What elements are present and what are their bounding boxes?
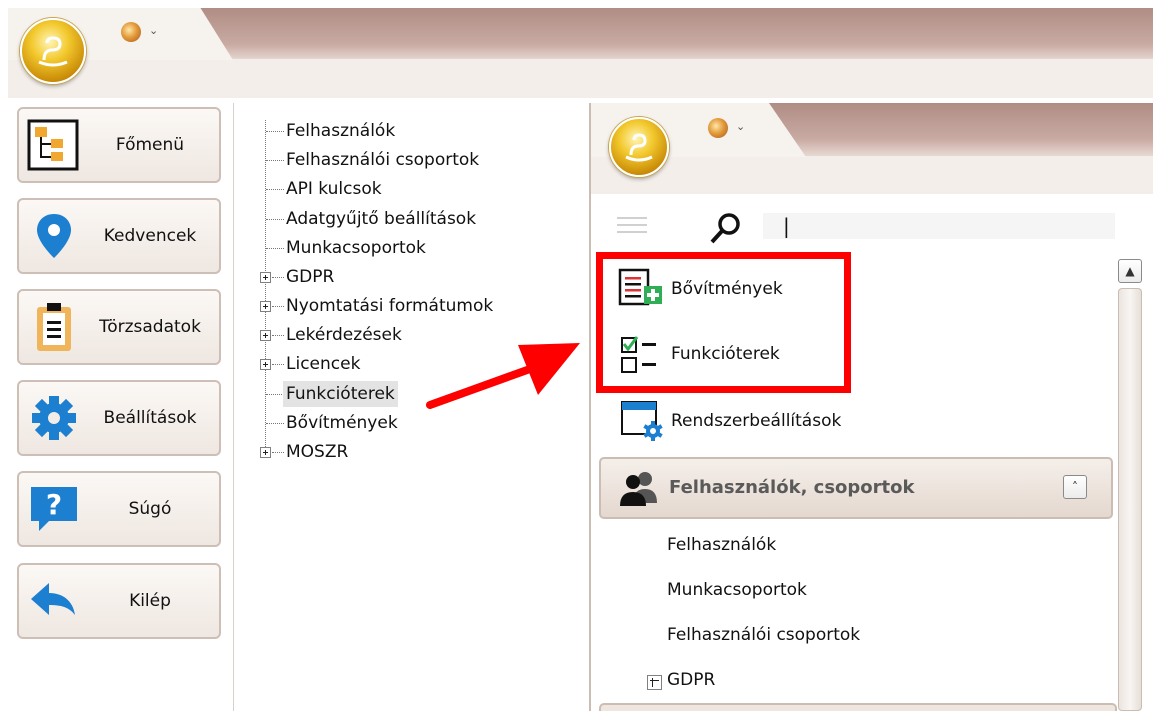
annotation-arrow bbox=[426, 343, 580, 409]
location-pin-icon bbox=[37, 214, 71, 258]
nav-button-kilep[interactable]: Kilép bbox=[17, 563, 221, 639]
nav-label: Főmenü bbox=[115, 135, 185, 155]
hamburger-menu-icon[interactable] bbox=[617, 215, 649, 235]
tree-item[interactable]: Lekérdezések bbox=[286, 322, 402, 348]
highlight-box bbox=[596, 252, 851, 393]
group-item-felhasznalok[interactable]: Felhasználók bbox=[667, 535, 776, 555]
help-icon: ? bbox=[31, 487, 77, 531]
nav-button-torzsadatok[interactable]: Törzsadatok bbox=[17, 289, 221, 365]
app-orb-button[interactable] bbox=[20, 18, 86, 84]
search-icon[interactable] bbox=[709, 211, 743, 245]
tree-item[interactable]: API kulcsok bbox=[286, 176, 382, 202]
nav-button-beallitasok[interactable]: Beállítások bbox=[17, 380, 221, 456]
tree-item[interactable]: Felhasználók bbox=[286, 118, 395, 144]
next-group-header bbox=[599, 703, 1117, 711]
tree-connector bbox=[266, 423, 284, 424]
collapse-group-button[interactable]: ˄ bbox=[1063, 475, 1087, 499]
inner-quick-access-icon[interactable] bbox=[708, 118, 728, 138]
nav-button-fomenu[interactable]: Főmenü bbox=[17, 107, 221, 183]
main-title-bar bbox=[8, 8, 1153, 98]
exit-arrow-icon bbox=[31, 583, 75, 615]
tree-connector bbox=[272, 277, 284, 278]
tree-item[interactable]: Licencek bbox=[286, 351, 360, 377]
nav-label: Beállítások bbox=[103, 408, 197, 428]
tree-connector bbox=[272, 364, 284, 365]
inner-app-orb-button[interactable] bbox=[609, 117, 669, 177]
nav-label: Súgó bbox=[128, 499, 172, 519]
expand-plus-icon[interactable] bbox=[647, 675, 662, 690]
gear-icon bbox=[32, 396, 76, 440]
app-logo-icon bbox=[625, 133, 653, 162]
tree-item[interactable]: Felhasználói csoportok bbox=[286, 147, 479, 173]
tree-connector bbox=[266, 394, 282, 395]
main-menu-icon bbox=[27, 119, 79, 171]
inner-title-lower-strip bbox=[591, 155, 1153, 194]
search-input[interactable]: | bbox=[783, 213, 790, 239]
inner-quick-access-dropdown-icon[interactable]: ⌄ bbox=[736, 120, 745, 133]
inner-title-bar bbox=[591, 103, 1153, 194]
quick-access-icon[interactable] bbox=[121, 22, 141, 42]
group-item-gdpr[interactable]: GDPR bbox=[667, 670, 715, 690]
tree-item[interactable]: Munkacsoportok bbox=[286, 235, 426, 261]
group-title: Felhasználók, csoportok bbox=[669, 477, 915, 498]
nav-label: Kilép bbox=[129, 591, 171, 611]
nav-label: Kedvencek bbox=[103, 226, 197, 246]
title-bar-lower-strip bbox=[8, 58, 1153, 98]
tree-item[interactable]: MOSZR bbox=[286, 439, 348, 465]
expand-plus-icon[interactable] bbox=[260, 301, 271, 312]
nav-button-sugo[interactable]: ? Súgó bbox=[17, 471, 221, 547]
quick-access-dropdown-icon[interactable]: ⌄ bbox=[149, 24, 158, 37]
users-group-icon bbox=[620, 472, 657, 506]
expand-plus-icon[interactable] bbox=[260, 330, 271, 341]
tree-connector bbox=[266, 189, 284, 190]
search-input-background[interactable] bbox=[763, 213, 1115, 239]
expand-plus-icon[interactable] bbox=[260, 359, 271, 370]
group-header[interactable]: Felhasználók, csoportok ˄ bbox=[599, 457, 1113, 519]
tree-connector bbox=[266, 131, 284, 132]
nav-label: Törzsadatok bbox=[99, 317, 201, 337]
expand-plus-icon[interactable] bbox=[260, 447, 271, 458]
tree-item[interactable]: Bővítmények bbox=[286, 410, 398, 436]
tree-connector bbox=[272, 335, 284, 336]
panel-item-rendszerbeallitasok[interactable]: Rendszerbeállítások bbox=[671, 406, 841, 436]
tree-connector bbox=[272, 452, 284, 453]
tree-connector bbox=[272, 306, 284, 307]
group-item-felhasznaloi-csoportok[interactable]: Felhasználói csoportok bbox=[667, 625, 860, 645]
tree-item[interactable]: Adatgyűjtő beállítások bbox=[286, 206, 476, 232]
tree-connector bbox=[266, 219, 284, 220]
tree-item-selected[interactable]: Funkcióterek bbox=[283, 381, 398, 407]
tree-item[interactable]: GDPR bbox=[286, 264, 334, 290]
tree-connector bbox=[266, 248, 284, 249]
clipboard-icon bbox=[37, 303, 71, 351]
app-logo-icon bbox=[38, 36, 68, 67]
nav-button-kedvencek[interactable]: Kedvencek bbox=[17, 198, 221, 274]
inner-window: ⌄ | ▲ Bővítmények Funkcióterek Rendszerb… bbox=[589, 103, 1153, 711]
expand-plus-icon[interactable] bbox=[260, 272, 271, 283]
svg-text:?: ? bbox=[46, 488, 62, 521]
tree-connector bbox=[266, 160, 284, 161]
tree-connector bbox=[265, 120, 266, 453]
group-item-munkacsoportok[interactable]: Munkacsoportok bbox=[667, 580, 807, 600]
system-settings-icon bbox=[621, 401, 663, 441]
tree-item[interactable]: Nyomtatási formátumok bbox=[286, 293, 493, 319]
scroll-up-button[interactable]: ▲ bbox=[1118, 259, 1142, 283]
scrollbar-thumb[interactable] bbox=[1118, 288, 1142, 711]
